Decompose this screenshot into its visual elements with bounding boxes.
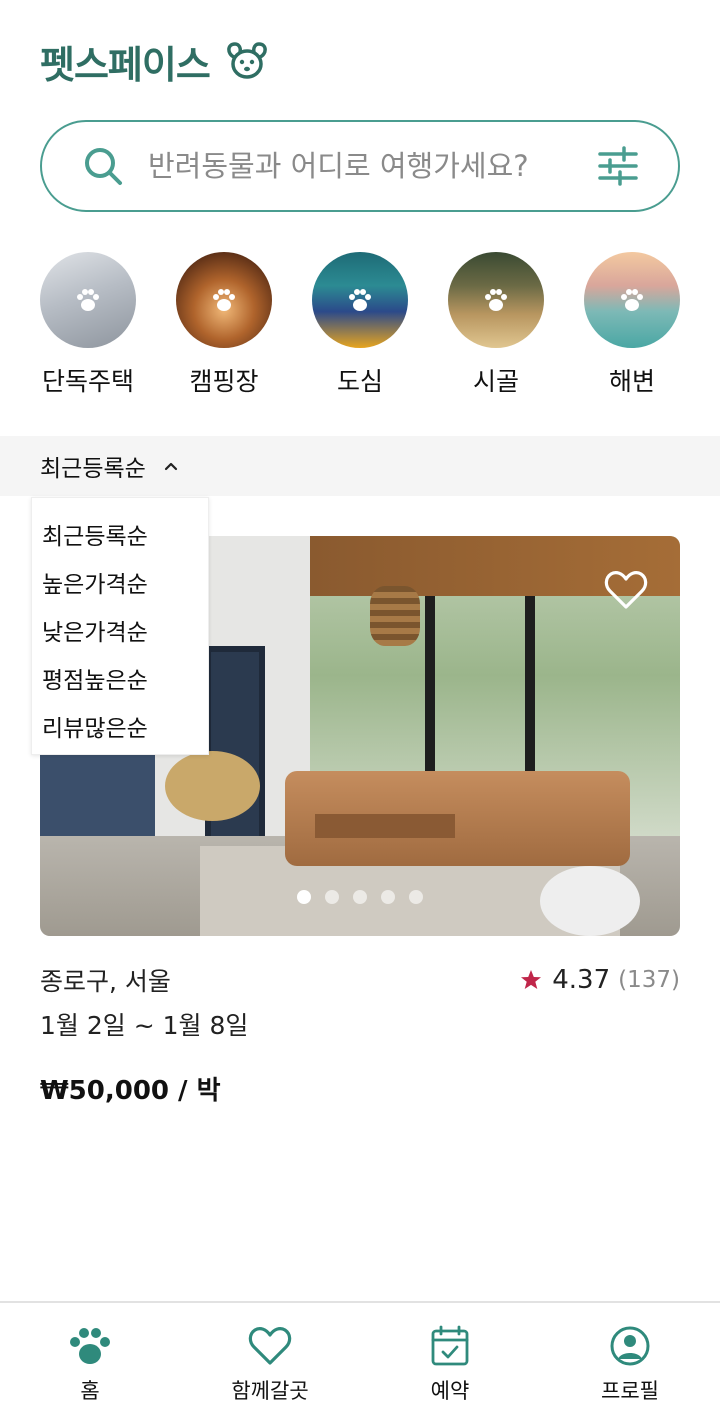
nav-booking[interactable]: 예약	[360, 1303, 540, 1420]
chevron-up-icon	[162, 457, 180, 475]
nav-label: 프로필	[601, 1379, 659, 1403]
carousel-dot[interactable]	[381, 890, 395, 904]
paw-icon	[77, 289, 99, 311]
sort-selected-label: 최근등록순	[40, 456, 146, 482]
paw-icon	[67, 1325, 113, 1367]
star-icon	[520, 969, 542, 991]
photo-chair	[165, 751, 260, 821]
bottom-nav: 홈 함께갈곳 예약 프로필	[0, 1301, 720, 1420]
category-detached-house[interactable]: 단독주택	[40, 252, 136, 398]
listing-location: 종로구, 서울	[40, 967, 171, 996]
carousel-dot[interactable]	[353, 890, 367, 904]
carousel-dot[interactable]	[325, 890, 339, 904]
photo-lamp	[370, 586, 420, 646]
search-icon[interactable]	[82, 145, 124, 187]
category-label: 단독주택	[41, 367, 134, 396]
sort-option[interactable]: 최근등록순	[32, 510, 208, 558]
nav-profile[interactable]: 프로필	[540, 1303, 720, 1420]
category-campsite[interactable]: 캠핑장	[176, 252, 272, 398]
sort-bar: 최근등록순	[0, 436, 720, 496]
category-image	[448, 252, 544, 348]
app-logo: 펫스페이스	[40, 36, 270, 87]
listing-dates: 1월 2일 ~ 1월 8일	[40, 1011, 249, 1040]
category-image	[40, 252, 136, 348]
app-title: 펫스페이스	[40, 42, 211, 87]
dog-face-icon	[224, 38, 270, 84]
search-input[interactable]	[148, 149, 598, 183]
listing-info[interactable]: 종로구, 서울 4.37 (137) 1월 2일 ~ 1월 8일 ₩50,000…	[40, 960, 680, 1107]
photo-pouf	[540, 866, 640, 936]
sliders-icon[interactable]	[598, 146, 638, 186]
category-label: 시골	[472, 367, 519, 396]
paw-icon	[621, 289, 643, 311]
nav-label: 홈	[80, 1379, 100, 1403]
sort-option[interactable]: 낮은가격순	[32, 606, 208, 654]
category-countryside[interactable]: 시골	[448, 252, 544, 398]
carousel-dots	[297, 890, 423, 904]
rating-value: 4.37	[552, 965, 611, 995]
review-count: (137)	[618, 967, 680, 993]
nav-home[interactable]: 홈	[0, 1303, 180, 1420]
paw-icon	[349, 289, 371, 311]
category-label: 해변	[608, 367, 655, 396]
listing-price: ₩50,000 / 박	[40, 1076, 221, 1106]
favorite-heart-icon[interactable]	[602, 566, 650, 614]
category-image	[312, 252, 408, 348]
photo-table	[315, 814, 455, 838]
category-image	[176, 252, 272, 348]
profile-icon	[607, 1325, 653, 1367]
sort-option[interactable]: 리뷰많은순	[32, 702, 208, 750]
carousel-dot[interactable]	[297, 890, 311, 904]
sort-option[interactable]: 평점높은순	[32, 654, 208, 702]
paw-icon	[485, 289, 507, 311]
category-image	[584, 252, 680, 348]
category-label: 캠핑장	[189, 367, 259, 396]
sort-dropdown-menu: 최근등록순 높은가격순 낮은가격순 평점높은순 리뷰많은순	[31, 497, 209, 755]
category-label: 도심	[336, 367, 383, 396]
carousel-dot[interactable]	[409, 890, 423, 904]
search-bar[interactable]	[40, 120, 680, 212]
heart-icon	[247, 1325, 293, 1367]
paw-icon	[213, 289, 235, 311]
nav-label: 예약	[430, 1379, 470, 1403]
sort-dropdown-toggle[interactable]: 최근등록순	[40, 449, 180, 483]
category-list: 단독주택 캠핑장 도심 시골 해변	[40, 252, 680, 398]
calendar-icon	[427, 1325, 473, 1367]
category-city[interactable]: 도심	[312, 252, 408, 398]
nav-wishlist[interactable]: 함께갈곳	[180, 1303, 360, 1420]
listing-rating: 4.37 (137)	[520, 965, 680, 995]
sort-option[interactable]: 높은가격순	[32, 558, 208, 606]
nav-label: 함께갈곳	[231, 1379, 309, 1403]
category-beach[interactable]: 해변	[584, 252, 680, 398]
